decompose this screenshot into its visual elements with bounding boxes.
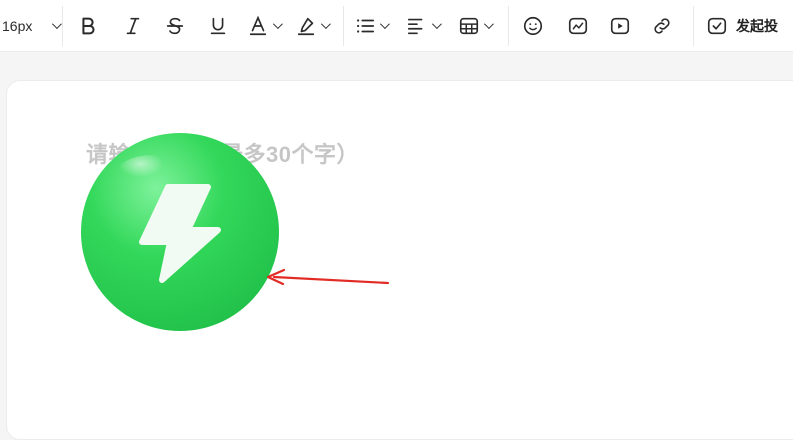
emoji-button[interactable] [509, 0, 557, 52]
image-icon [568, 17, 588, 34]
editor-toolbar: 16px 发起投 [0, 0, 793, 52]
link-button[interactable] [641, 0, 683, 52]
publish-poll-button[interactable]: 发起投 [694, 0, 778, 52]
chevron-down-icon [272, 19, 283, 30]
font-color-icon [249, 15, 266, 35]
chevron-down-icon [52, 19, 63, 30]
lightning-logo-image [81, 133, 279, 331]
video-icon [610, 17, 630, 34]
table-button[interactable] [448, 0, 500, 52]
chevron-down-icon [431, 19, 442, 30]
image-button[interactable] [557, 0, 599, 52]
emoji-icon [523, 16, 543, 35]
underline-button[interactable] [197, 0, 239, 52]
underline-icon [210, 17, 226, 34]
italic-button[interactable] [113, 0, 153, 52]
chevron-down-icon [483, 19, 494, 30]
red-arrow-annotation [266, 268, 390, 286]
strikethrough-button[interactable] [153, 0, 197, 52]
strikethrough-icon [166, 17, 184, 34]
highlight-button[interactable] [287, 0, 335, 52]
chevron-down-icon [379, 19, 390, 30]
bold-button[interactable] [63, 0, 113, 52]
list-icon [356, 18, 374, 33]
bold-icon [82, 17, 95, 34]
align-button[interactable] [396, 0, 448, 52]
publish-label: 发起投 [736, 17, 778, 34]
font-size-select[interactable]: 16px [0, 0, 63, 52]
link-icon [654, 17, 670, 34]
table-icon [459, 17, 478, 34]
align-icon [407, 18, 422, 34]
italic-icon [126, 17, 140, 34]
highlight-icon [297, 17, 314, 35]
chevron-down-icon [320, 19, 331, 30]
video-button[interactable] [599, 0, 641, 52]
checkbox-icon [707, 17, 727, 34]
font-color-button[interactable] [239, 0, 287, 52]
font-size-value: 16px [2, 17, 33, 34]
list-button[interactable] [344, 0, 396, 52]
